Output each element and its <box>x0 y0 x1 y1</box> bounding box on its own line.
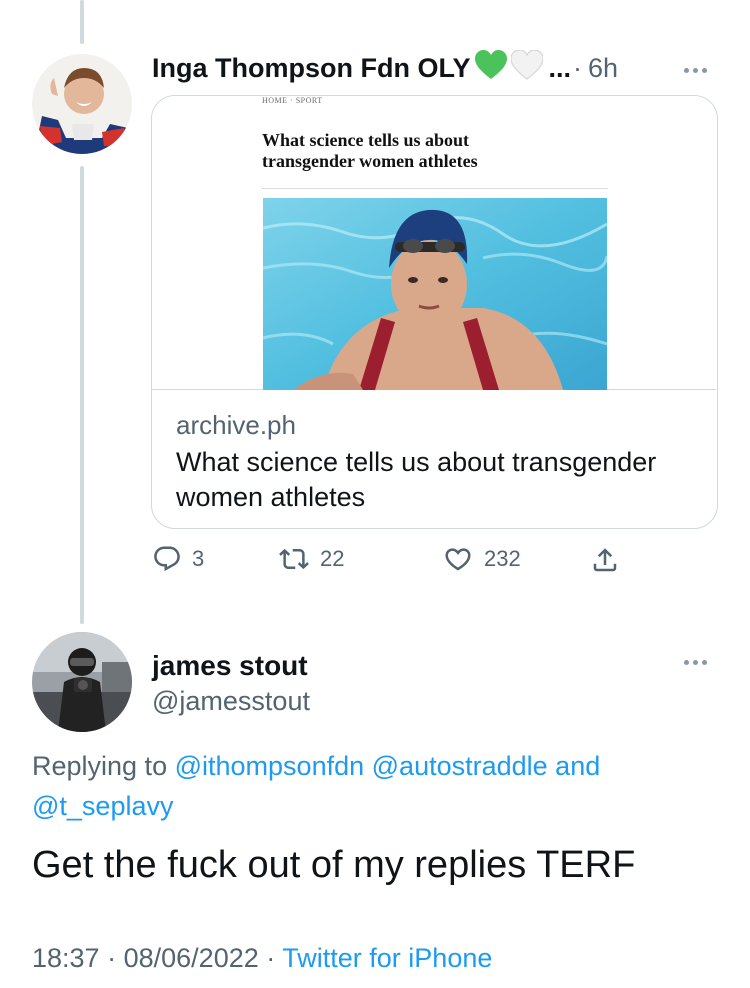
tweet-time[interactable]: 18:37 <box>32 943 100 973</box>
like-count: 232 <box>484 546 521 571</box>
thread-connector <box>80 166 84 624</box>
card-domain: archive.ph <box>176 410 296 440</box>
tweet-text: Get the fuck out of my replies TERF <box>32 844 636 886</box>
reply-button[interactable]: 3 <box>152 544 204 574</box>
replying-label: Replying to <box>32 751 168 781</box>
mention-link[interactable]: @autostraddle <box>372 751 548 781</box>
mention-and[interactable]: and <box>555 751 600 781</box>
card-image: HOME · SPORT What science tells us about… <box>152 96 716 390</box>
tweet-date[interactable]: 08/06/2022 <box>124 943 259 973</box>
link-preview-card[interactable]: HOME · SPORT What science tells us about… <box>151 95 718 529</box>
reply-icon <box>152 544 182 574</box>
thread-connector-top <box>80 0 84 44</box>
heart-icon <box>442 544 474 574</box>
separator-dot: · <box>107 943 117 973</box>
separator-dot: · <box>573 52 583 83</box>
name-truncation: ... <box>548 52 572 83</box>
tweet-time[interactable]: 6h <box>588 53 618 84</box>
divider <box>262 188 608 189</box>
user-handle[interactable]: @jamesstout <box>152 686 310 717</box>
swimmer-photo <box>263 198 607 390</box>
tweet-meta: 18:37 · 08/06/2022 · Twitter for iPhone <box>32 943 492 974</box>
replying-to: Replying to @ithompsonfdn @autostraddle … <box>32 746 712 826</box>
more-options-icon[interactable] <box>684 660 707 665</box>
retweet-button[interactable]: 22 <box>278 544 344 574</box>
tweet-header: Inga Thompson Fdn OLY ... · 6h <box>152 48 618 87</box>
card-body: archive.ph What science tells us about t… <box>176 408 696 515</box>
avatar[interactable] <box>32 54 132 154</box>
retweet-icon <box>278 544 310 574</box>
article-breadcrumb: HOME · SPORT <box>262 96 323 105</box>
share-button[interactable] <box>590 544 620 576</box>
separator-dot: · <box>266 943 276 973</box>
tweet-actions: 3 22 232 <box>152 544 632 588</box>
mention-link[interactable]: @t_seplavy <box>32 791 173 821</box>
mention-link[interactable]: @ithompsonfdn <box>175 751 365 781</box>
like-button[interactable]: 232 <box>442 544 521 574</box>
display-name[interactable]: james stout <box>152 650 308 682</box>
reply-count: 3 <box>192 546 205 571</box>
white-heart-icon <box>509 48 544 87</box>
card-title: What science tells us about transgender … <box>176 447 657 512</box>
tweet-source[interactable]: Twitter for iPhone <box>282 943 492 973</box>
more-options-icon[interactable] <box>684 68 707 73</box>
display-name[interactable]: Inga Thompson Fdn OLY <box>152 53 471 84</box>
article-headline: What science tells us about transgender … <box>262 130 478 171</box>
share-icon <box>590 544 620 576</box>
retweet-count: 22 <box>320 546 345 571</box>
avatar[interactable] <box>32 632 132 732</box>
green-heart-icon <box>474 49 507 87</box>
